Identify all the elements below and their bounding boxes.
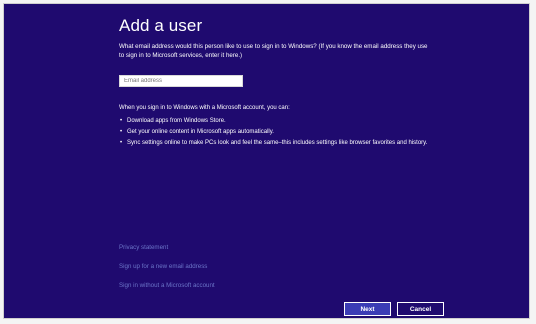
benefits-heading: When you sign in to Windows with a Micro…: [119, 105, 290, 111]
email-address-input[interactable]: [119, 75, 243, 87]
page-title: Add a user: [119, 16, 203, 35]
next-button[interactable]: Next: [344, 302, 391, 316]
benefit-text: Sync settings online to make PCs look an…: [127, 140, 428, 146]
bullet-icon: •: [120, 118, 123, 124]
bullet-icon: •: [120, 129, 123, 135]
bullet-icon: •: [120, 140, 123, 146]
intro-text: What email address would this person lik…: [119, 43, 428, 60]
benefits-list: • Download apps from Windows Store. • Ge…: [119, 117, 429, 150]
benefit-text: Download apps from Windows Store.: [127, 118, 226, 124]
list-item: • Download apps from Windows Store.: [119, 117, 429, 125]
sign-in-without-microsoft-account-link[interactable]: Sign in without a Microsoft account: [119, 282, 215, 289]
sign-up-new-email-link[interactable]: Sign up for a new email address: [119, 263, 207, 270]
list-item: • Get your online content in Microsoft a…: [119, 128, 429, 136]
privacy-statement-link[interactable]: Privacy statement: [119, 244, 168, 251]
list-item: • Sync settings online to make PCs look …: [119, 139, 429, 147]
cancel-button[interactable]: Cancel: [397, 302, 444, 316]
add-user-dialog: Add a user What email address would this…: [3, 3, 530, 319]
benefit-text: Get your online content in Microsoft app…: [127, 129, 274, 135]
